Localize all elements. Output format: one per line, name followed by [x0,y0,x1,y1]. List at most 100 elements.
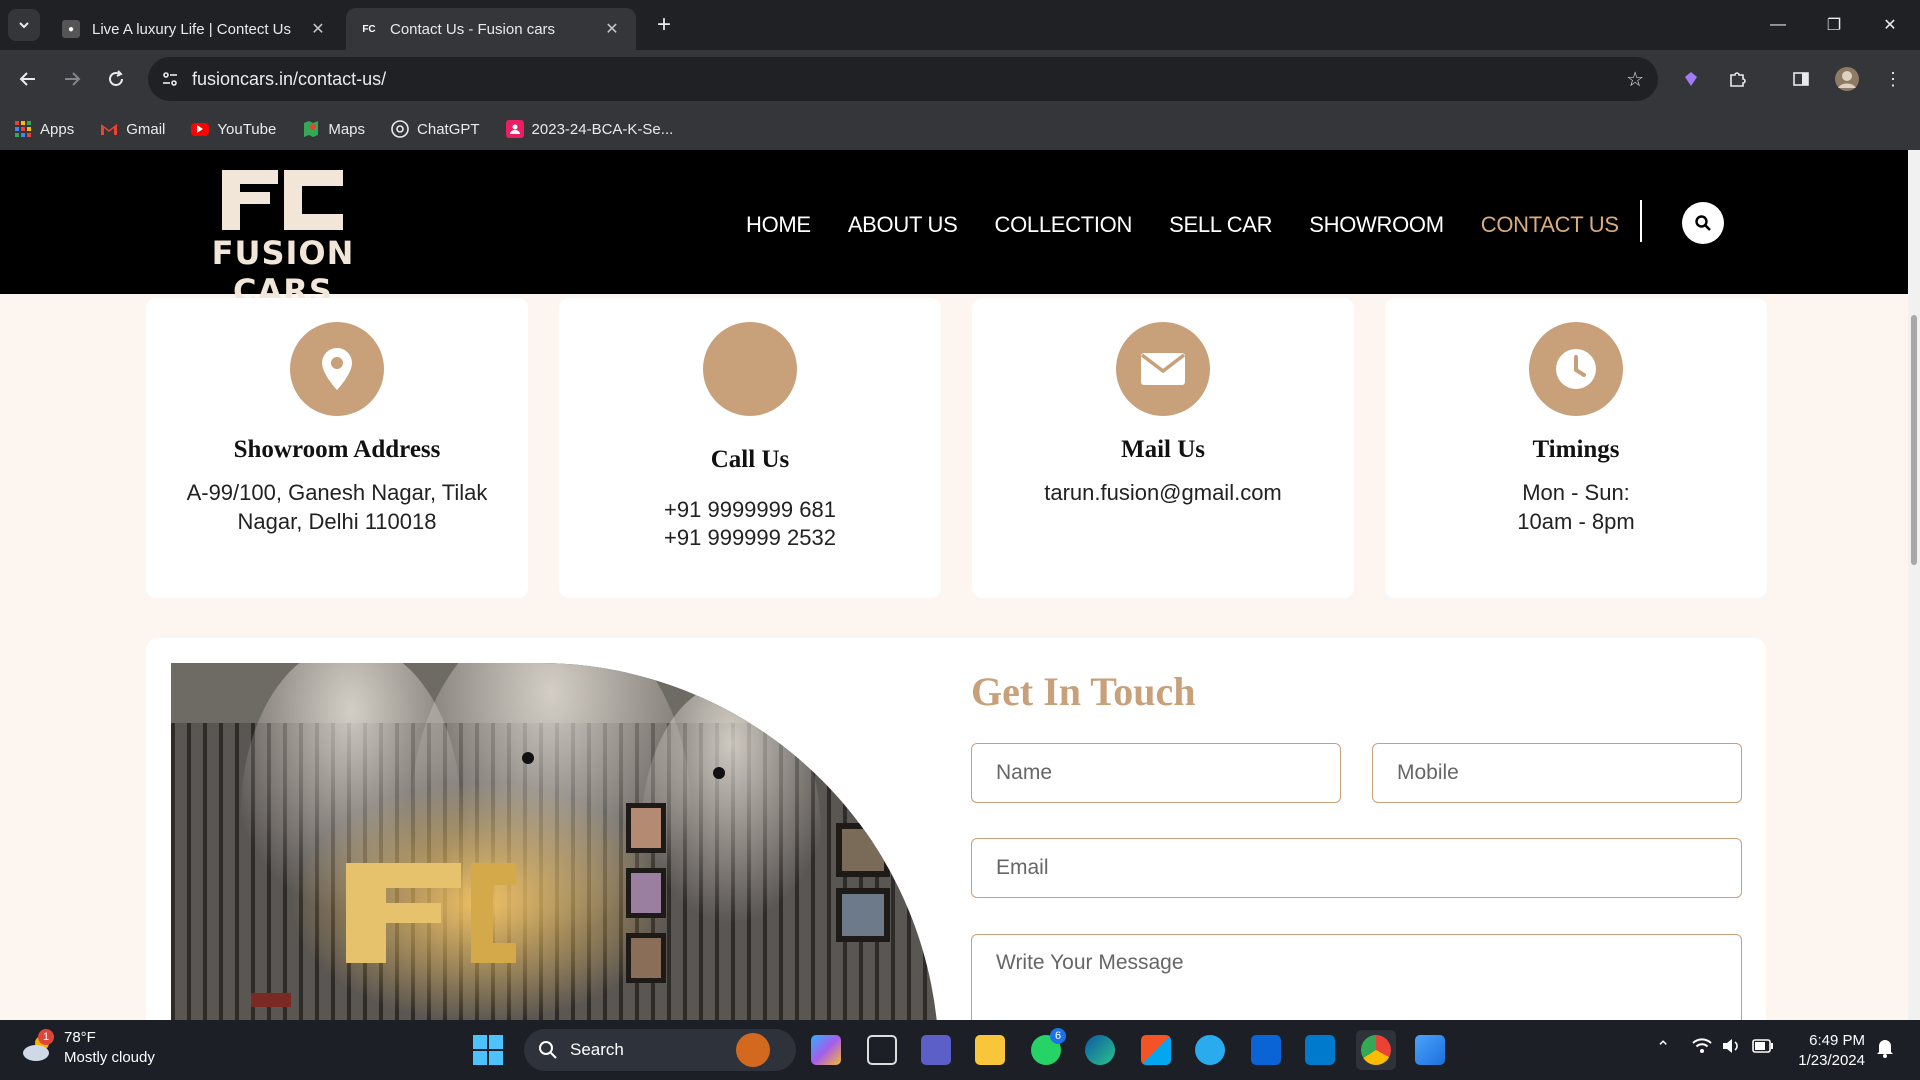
tab-contact-us-fusion-cars[interactable]: FC Contact Us - Fusion cars ✕ [346,8,636,50]
extension-gem-icon[interactable] [1676,64,1706,94]
whatsapp-app[interactable]: 6 [1026,1028,1066,1070]
battery-icon[interactable] [1752,1038,1774,1058]
email-input[interactable] [971,838,1742,898]
notifications-bell-icon[interactable] [1876,1038,1894,1063]
main-navigation: HOME ABOUT US COLLECTION SELL CAR SHOWRO… [746,212,1656,238]
browser-toolbar: fusioncars.in/contact-us/ ☆ ⋮ [0,50,1920,108]
chrome-app[interactable] [1356,1030,1396,1070]
nav-sell-car[interactable]: SELL CAR [1169,212,1272,238]
address-bar[interactable]: fusioncars.in/contact-us/ ☆ [148,57,1658,101]
photos-app[interactable] [1410,1030,1450,1070]
file-explorer-app[interactable] [970,1030,1010,1070]
mail-app[interactable] [1246,1030,1286,1070]
start-button[interactable] [470,1032,506,1068]
search-icon [539,1041,557,1059]
message-textarea[interactable] [971,934,1742,1020]
telegram-icon [1195,1035,1225,1065]
close-tab-icon[interactable]: ✕ [308,19,328,39]
card-line: 10am - 8pm [1517,509,1635,534]
apps-grid-icon [14,120,32,138]
bookmark-gmail[interactable]: Gmail [100,120,165,138]
card-mail-us: Mail Us tarun.fusion@gmail.com [972,298,1354,598]
name-input[interactable] [971,743,1341,803]
url-text: fusioncars.in/contact-us/ [192,68,387,89]
bookmark-label: Apps [40,120,75,138]
minimize-button[interactable]: — [1750,0,1806,50]
card-line: A-99/100, Ganesh Nagar, Tilak [186,480,488,505]
teams-app[interactable] [916,1030,956,1070]
bookmark-label: Maps [328,120,366,138]
nav-contact-us[interactable]: CONTACT US [1481,212,1619,238]
tab-live-a-luxury-life[interactable]: ● Live A luxury Life | Contect Us ✕ [48,8,342,50]
clock-time: 6:49 PM [1809,1032,1865,1049]
nav-collection[interactable]: COLLECTION [994,212,1132,238]
scrollbar-thumb[interactable] [1911,315,1917,565]
new-tab-button[interactable]: + [650,11,678,39]
card-title: Showroom Address [233,436,441,463]
forward-button[interactable] [56,63,88,95]
card-title: Timings [1532,436,1620,463]
card-line[interactable]: +91 9999999 681 [579,495,921,524]
fusion-cars-logo[interactable]: FUSION CARS [158,168,408,310]
copilot-app[interactable] [806,1030,846,1070]
site-search-button[interactable] [1682,202,1724,244]
bookmark-chatgpt[interactable]: ChatGPT [391,120,480,138]
page-scrollbar[interactable] [1908,150,1920,1020]
volume-icon[interactable] [1722,1038,1742,1059]
weather-badge: 1 [38,1029,54,1045]
folder-icon [975,1035,1005,1065]
card-timings: Timings Mon - Sun: 10am - 8pm [1385,298,1767,598]
weather-temp: 78°F [64,1029,96,1046]
taskbar-search[interactable]: Search [524,1029,796,1071]
site-info-icon[interactable] [148,57,192,101]
chatgpt-icon [391,120,409,138]
tab-title: Contact Us - Fusion cars [390,20,556,38]
bookmark-maps[interactable]: Maps [302,120,365,138]
nav-showroom[interactable]: SHOWROOM [1309,212,1444,238]
store-app[interactable] [1136,1030,1176,1070]
edge-app[interactable] [1080,1030,1120,1070]
task-view-app[interactable] [862,1030,902,1070]
teams-icon [921,1035,951,1065]
nav-home[interactable]: HOME [746,212,811,238]
wifi-icon[interactable] [1692,1038,1712,1059]
whatsapp-badge: 6 [1050,1028,1066,1044]
webpage-viewport: FUSION CARS HOME ABOUT US COLLECTION SEL… [0,150,1908,1020]
bookmark-apps[interactable]: Apps [14,120,74,138]
fc-logo-mark-icon [222,170,343,230]
cloudy-weather-icon: 1 [20,1029,54,1065]
bookmark-bca-sheet[interactable]: 2023-24-BCA-K-Se... [505,120,673,138]
task-view-icon [867,1035,897,1065]
reload-button[interactable] [100,63,132,95]
nav-about-us[interactable]: ABOUT US [848,212,958,238]
restore-button[interactable]: ❐ [1806,0,1862,50]
search-highlight-icon [736,1033,770,1067]
bookmark-star-icon[interactable]: ☆ [1626,67,1644,92]
close-window-button[interactable]: ✕ [1862,0,1918,50]
bookmark-youtube[interactable]: YouTube [191,121,276,138]
card-line: Mon - Sun: [1522,480,1630,505]
clock-date: 1/23/2024 [1798,1052,1865,1069]
weather-desc: Mostly cloudy [64,1049,155,1066]
tab-search-button[interactable] [8,9,40,41]
mobile-input[interactable] [1372,743,1742,803]
weather-widget[interactable]: 1 78°F Mostly cloudy [20,1028,155,1068]
chrome-icon [1361,1035,1391,1065]
clock-icon [1529,322,1623,416]
close-tab-icon[interactable]: ✕ [602,19,622,39]
bookmark-label: ChatGPT [417,120,480,138]
card-line[interactable]: tarun.fusion@gmail.com [992,478,1334,507]
bookmark-label: Gmail [126,120,166,138]
side-panel-icon[interactable] [1786,64,1816,94]
show-hidden-icons-chevron-up-icon[interactable]: ⌃ [1656,1038,1670,1058]
card-line[interactable]: +91 999999 2532 [579,523,921,552]
telegram-app[interactable] [1190,1030,1230,1070]
profile-avatar[interactable] [1832,64,1862,94]
contact-panel: Get In Touch [146,638,1766,1020]
system-clock[interactable]: 6:49 PM 1/23/2024 [1785,1031,1865,1071]
extensions-puzzle-icon[interactable] [1722,64,1752,94]
back-button[interactable] [12,63,44,95]
vscode-icon [1305,1035,1335,1065]
browser-menu-icon[interactable]: ⋮ [1878,64,1908,94]
vscode-app[interactable] [1300,1030,1340,1070]
